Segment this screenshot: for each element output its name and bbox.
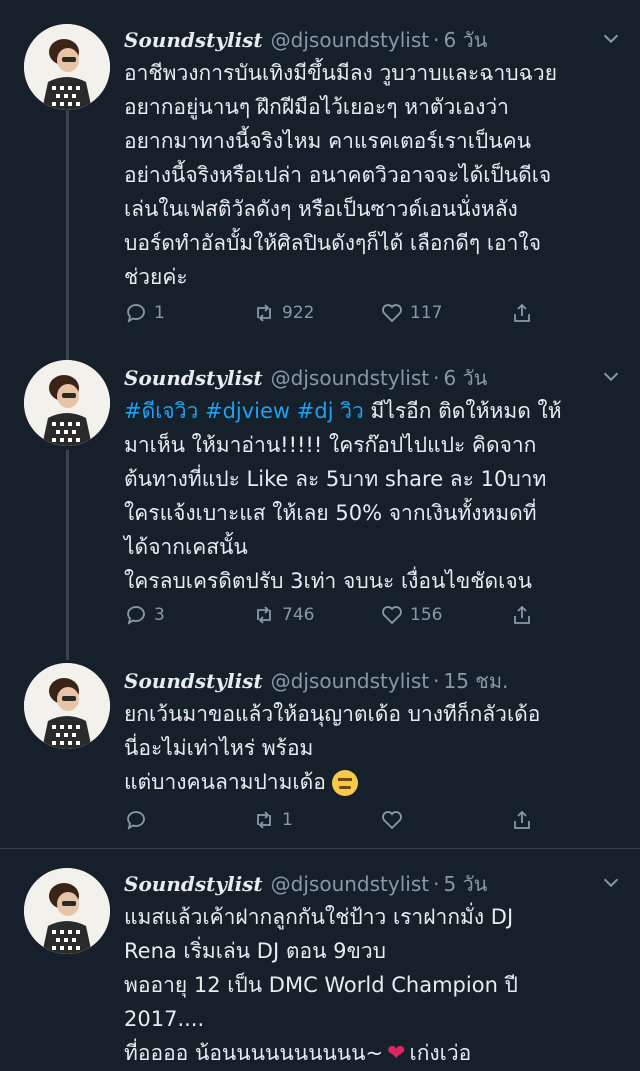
like-button[interactable]: 117 (380, 301, 442, 325)
reply-icon (127, 304, 145, 323)
tweet-text-line: 2017.... (124, 1007, 205, 1031)
tweet-text-line: มาเห็น ให้มาอ่าน!!!!! ใครก๊อปไปแปะ คิดจา… (124, 433, 537, 457)
user-handle[interactable]: @djsoundstylist (271, 28, 429, 52)
tweet-text-line: อยากอยู่นานๆ ฝึกฝีมือไว้เยอะๆ หาตัวเองว่… (124, 95, 509, 119)
display-name[interactable]: Soundstylist (124, 872, 263, 896)
tweet-text-line: ได้จากเคสนั้น (124, 535, 248, 559)
heart-icon (382, 811, 402, 830)
reply-icon (127, 811, 145, 830)
separator-dot: · (433, 669, 440, 693)
reply-button[interactable]: 1 (124, 301, 165, 325)
avatar[interactable] (24, 663, 110, 749)
tweet-text-line: ใครลบเครดิตปรับ 3เท่า จบนะ เงื่อนไขชัดเจ… (124, 569, 533, 593)
tweet-actions: 1 922 117 (124, 296, 584, 330)
tweet-text-line: บอร์ดทำอัลบั้มให้ศิลปินดังๆก็ได้ เลือกดี… (124, 231, 541, 255)
retweet-count: 922 (282, 303, 315, 323)
hashtag-links[interactable]: #ดีเจวิว #djview #dj วิว (124, 399, 364, 423)
grimace-emoji-icon (331, 770, 358, 796)
display-name[interactable]: Soundstylist (124, 669, 263, 693)
reply-count: 3 (154, 605, 165, 625)
avatar[interactable] (24, 360, 110, 446)
retweet-button[interactable]: 1 (252, 808, 293, 832)
heart-emoji-icon: ❤ (387, 1041, 406, 1066)
tweet-text: อาชีพวงการบันเทิงมีขึ้นมีลง วูบวาบและฉาบ… (124, 56, 616, 294)
tweet-text-line: ใครแจ้งเบาะแส ให้เลย 50% จากเงินทั้งหมดท… (124, 501, 537, 525)
tweet-text-line: ยกเว้นมาขอแล้วให้อนุญาตเด้อ บางทีก็กลัวเ… (124, 702, 541, 726)
chevron-down-icon[interactable] (600, 872, 622, 894)
user-handle[interactable]: @djsoundstylist (271, 366, 429, 390)
tweet-header: Soundstylist @djsoundstylist · 6 วัน (124, 362, 620, 396)
tweet-text-line: Rena เริ่มเล่น DJ ตอน 9ขวบ (124, 939, 386, 963)
chevron-down-icon[interactable] (600, 28, 622, 50)
timestamp[interactable]: 15 ชม. (443, 665, 508, 697)
separator-dot: · (433, 872, 440, 896)
retweet-icon (257, 606, 271, 624)
tweet-1[interactable]: Soundstylist @djsoundstylist · 6 วัน อาช… (0, 14, 640, 344)
share-icon (514, 810, 530, 829)
tweet-actions: 3 746 156 (124, 598, 584, 632)
chevron-down-icon[interactable] (600, 366, 622, 388)
like-count: 117 (410, 303, 443, 323)
tweet-4[interactable]: Soundstylist @djsoundstylist · 5 วัน แมส… (0, 858, 640, 1066)
tweet-header: Soundstylist @djsoundstylist · 5 วัน (124, 868, 620, 902)
tweet-text-line: พออายุ 12 เป็น DMC World Champion ปี (124, 973, 518, 997)
separator-dot: · (433, 28, 440, 52)
retweet-count: 1 (282, 810, 293, 830)
tweet-text-line: ต้นทางที่แปะ Like ละ 5บาท share ละ 10บาท (124, 467, 547, 491)
tweet-text-line: เล่นในเฟสติวัลดังๆ หรือเป็นซาวด์เอนนั่งห… (124, 197, 518, 221)
retweet-button[interactable]: 746 (252, 603, 314, 627)
like-button[interactable] (380, 808, 410, 832)
tweet-header: Soundstylist @djsoundstylist · 15 ชม. (124, 665, 620, 699)
tweet-2[interactable]: Soundstylist @djsoundstylist · 6 วัน #ดี… (0, 352, 640, 652)
tweet-3[interactable]: Soundstylist @djsoundstylist · 15 ชม. ยก… (0, 655, 640, 845)
tweet-text-line: แต่บางคนลามปามเด้อ (124, 765, 616, 799)
tweet-text-line: #ดีเจวิว #djview #dj วิว มีไรอีก ติดให้ห… (124, 394, 616, 428)
reply-count: 1 (154, 303, 165, 323)
retweet-icon (257, 304, 271, 322)
share-button[interactable] (510, 301, 540, 325)
tweet-text-segment: ที่ออออ น้อนนนนนนนนนน~ (124, 1041, 384, 1065)
reply-button[interactable] (124, 808, 154, 832)
tweet-text-line: อย่างนี้จริงหรือเปล่า อนาคตวิวอาจจะได้เป… (124, 163, 552, 187)
display-name[interactable]: Soundstylist (124, 28, 263, 52)
tweet-header: Soundstylist @djsoundstylist · 6 วัน (124, 24, 620, 58)
avatar[interactable] (24, 868, 110, 954)
tweet-divider (0, 848, 640, 849)
user-handle[interactable]: @djsoundstylist (271, 669, 429, 693)
tweet-text-line: ช่วยค่ะ (124, 265, 188, 289)
tweet-text-line: นี่อะไม่เท่าไหร่ พร้อม (124, 736, 314, 760)
tweet-text-line: ที่ออออ น้อนนนนนนนนนน~ ❤ เก่งเว่อ (124, 1036, 616, 1071)
like-count: 156 (410, 605, 443, 625)
timestamp[interactable]: 5 วัน (443, 868, 487, 900)
share-button[interactable] (510, 603, 540, 627)
tweet-text-line: อาชีพวงการบันเทิงมีขึ้นมีลง วูบวาบและฉาบ… (124, 61, 558, 85)
timestamp[interactable]: 6 วัน (443, 24, 487, 56)
retweet-icon (257, 811, 271, 829)
tweet-text-segment: มีไรอีก ติดให้หมด ให้ (363, 399, 562, 423)
separator-dot: · (433, 366, 440, 390)
tweet-text-line: อยากมาทางนี้จริงไหม คาแรคเตอร์เราเป็นคน (124, 129, 531, 153)
share-button[interactable] (510, 808, 540, 832)
share-icon (514, 605, 530, 624)
heart-icon (382, 304, 402, 323)
display-name[interactable]: Soundstylist (124, 366, 263, 390)
retweet-button[interactable]: 922 (252, 301, 314, 325)
user-handle[interactable]: @djsoundstylist (271, 872, 429, 896)
retweet-count: 746 (282, 605, 315, 625)
share-icon (514, 303, 530, 322)
tweet-text-segment: แต่บางคนลามปามเด้อ (124, 770, 326, 794)
like-button[interactable]: 156 (380, 603, 442, 627)
reply-icon (127, 606, 145, 625)
avatar[interactable] (24, 24, 110, 110)
tweet-text-segment: เก่งเว่อ (409, 1041, 472, 1065)
tweet-text: ยกเว้นมาขอแล้วให้อนุญาตเด้อ บางทีก็กลัวเ… (124, 697, 616, 799)
tweet-text: #ดีเจวิว #djview #dj วิว มีไรอีก ติดให้ห… (124, 394, 616, 598)
tweet-text-line: แมสแล้วเค้าฝากลูกกันใช่ป้าว เราฝากมั่ง D… (124, 905, 514, 929)
reply-button[interactable]: 3 (124, 603, 165, 627)
heart-icon (382, 606, 402, 625)
timestamp[interactable]: 6 วัน (443, 362, 487, 394)
tweet-text: แมสแล้วเค้าฝากลูกกันใช่ป้าว เราฝากมั่ง D… (124, 900, 616, 1071)
tweet-actions: 1 (124, 803, 584, 837)
